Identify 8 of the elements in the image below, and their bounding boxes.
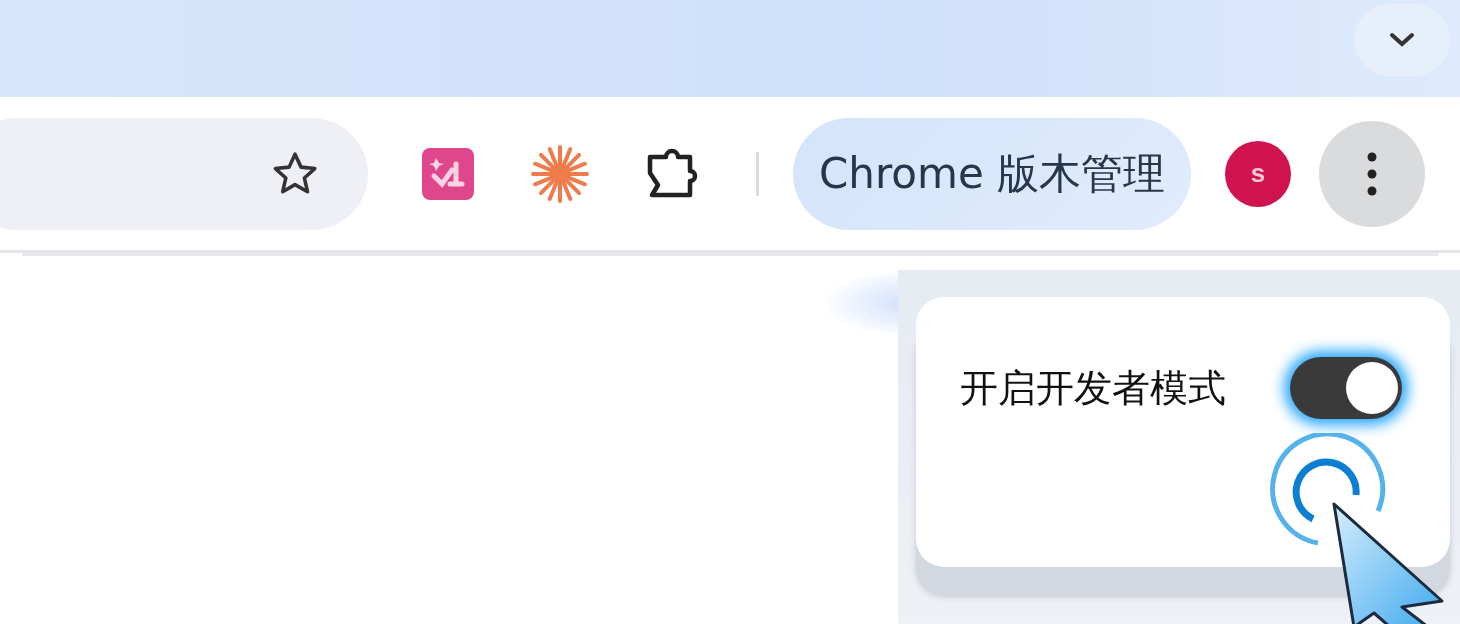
more-vertical-icon	[1367, 151, 1378, 196]
translate-extension-icon[interactable]	[420, 145, 476, 202]
toggle-label: 开启开发者模式	[960, 364, 1226, 412]
toggle-switch[interactable]	[1290, 357, 1402, 419]
chevron-down-icon	[1388, 31, 1416, 49]
version-button[interactable]: Chrome 版木管理	[793, 117, 1192, 230]
burst-extension-icon[interactable]	[530, 143, 590, 204]
profile-avatar[interactable]: s	[1225, 140, 1292, 207]
